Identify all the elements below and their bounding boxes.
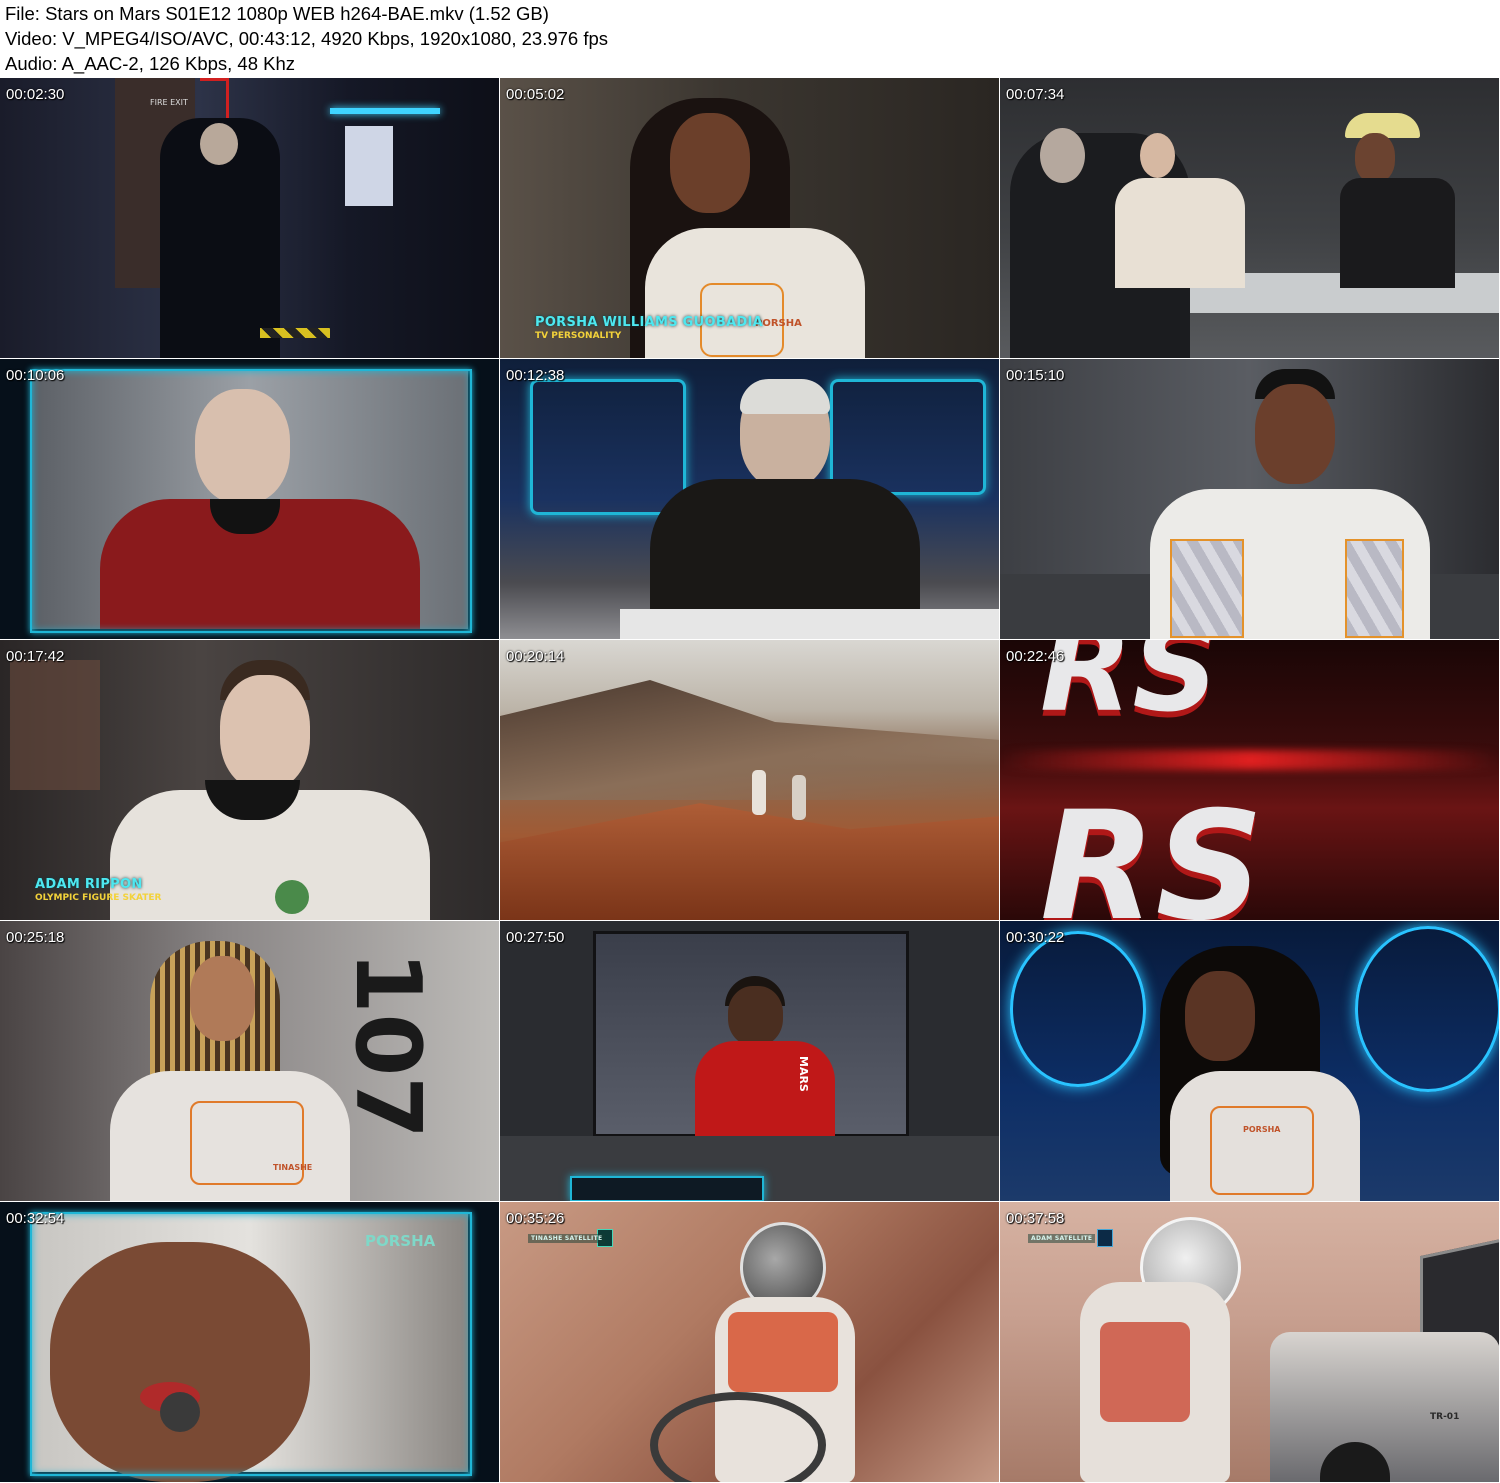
hillside xyxy=(500,680,999,800)
woman-face xyxy=(1140,133,1175,178)
lower-third-role: TV PERSONALITY xyxy=(535,331,622,341)
lower-third-name: ADAM RIPPON xyxy=(35,877,143,892)
suit-harness xyxy=(728,1312,838,1392)
thumbnail-15[interactable]: ADAM SATELLITE TR-01 00:37:58 xyxy=(1000,1202,1500,1483)
suit-name-tag: PORSHA xyxy=(1243,1125,1281,1134)
foreground-dunes xyxy=(500,803,999,920)
suit-harness xyxy=(1100,1322,1190,1422)
rover-label: TR-01 xyxy=(1430,1412,1460,1422)
face xyxy=(220,675,310,790)
timestamp: 00:30:22 xyxy=(1006,929,1065,946)
lower-third: PORSHA WILLIAMS GUOBADIA TV PERSONALITY xyxy=(535,315,763,341)
thumbnail-12[interactable]: PORSHA 00:30:22 xyxy=(1000,921,1500,1202)
timestamp: 00:20:14 xyxy=(506,648,565,665)
thumbnail-5[interactable]: 00:12:38 xyxy=(500,359,1000,640)
thumbnail-3[interactable]: 00:07:34 xyxy=(1000,78,1500,359)
astronaut-1 xyxy=(752,770,766,815)
face xyxy=(1185,971,1255,1061)
face xyxy=(670,113,750,213)
logo-bottom: RS xyxy=(1040,780,1264,921)
desk xyxy=(620,609,999,639)
timestamp: 00:02:30 xyxy=(6,86,65,103)
hud-screen-right xyxy=(830,379,986,495)
woman-jacket xyxy=(1115,178,1245,288)
thumbnail-13[interactable]: PORSHA 00:32:54 xyxy=(0,1202,500,1483)
red-jacket xyxy=(695,1041,835,1136)
hair xyxy=(740,379,830,414)
face xyxy=(190,956,255,1041)
logo-top: RS xyxy=(1040,640,1219,739)
head xyxy=(1040,128,1085,183)
hud-satellite-label: TINASHE SATELLITE xyxy=(528,1234,606,1243)
hud-screen-left xyxy=(530,379,686,515)
astronaut-2 xyxy=(792,775,806,820)
lower-third-role: OLYMPIC FIGURE SKATER xyxy=(35,893,162,903)
lower-third: ADAM RIPPON OLYMPIC FIGURE SKATER xyxy=(35,877,161,903)
timestamp: 00:07:34 xyxy=(1006,86,1065,103)
thumbnail-10[interactable]: 107 TINASHE 00:25:18 xyxy=(0,921,500,1202)
hazard-stripes xyxy=(260,328,330,338)
black-top xyxy=(1340,178,1455,288)
timestamp: 00:15:10 xyxy=(1006,367,1065,384)
console xyxy=(570,1176,764,1201)
timestamp: 00:22:46 xyxy=(1006,648,1065,665)
hud-ring-right xyxy=(1355,926,1499,1092)
geo-panel-right xyxy=(1345,539,1404,638)
thumbnail-7[interactable]: ADAM RIPPON OLYMPIC FIGURE SKATER 00:17:… xyxy=(0,640,500,921)
suit-trim xyxy=(190,1101,304,1185)
mission-patch xyxy=(275,880,309,914)
hud-frame xyxy=(30,1212,472,1476)
thumbnail-2[interactable]: PORSHA PORSHA WILLIAMS GUOBADIA TV PERSO… xyxy=(500,78,1000,359)
suit-trim xyxy=(1210,1106,1314,1195)
thumbnail-1[interactable]: FIRE EXIT 00:02:30 xyxy=(0,78,500,359)
thumbnail-9[interactable]: RS RS 00:22:46 xyxy=(1000,640,1500,921)
timestamp: 00:37:58 xyxy=(1006,1210,1065,1227)
hud-frame xyxy=(30,369,472,633)
satellite-icon xyxy=(1097,1229,1113,1247)
thumbnail-8[interactable]: 00:20:14 xyxy=(500,640,1000,921)
timestamp: 00:05:02 xyxy=(506,86,565,103)
blue-light xyxy=(330,108,440,114)
fire-exit-sign: FIRE EXIT xyxy=(150,98,188,107)
lower-third-name: PORSHA WILLIAMS GUOBADIA xyxy=(535,315,764,330)
wall-number: 107 xyxy=(335,951,440,1139)
thumbnail-4[interactable]: 00:10:06 xyxy=(0,359,500,640)
red-streak xyxy=(1000,750,1499,770)
thumbnail-6[interactable]: 00:15:10 xyxy=(1000,359,1500,640)
leather-jacket xyxy=(650,479,920,619)
background-light xyxy=(10,660,100,790)
thumbnail-11[interactable]: MARS 00:27:50 xyxy=(500,921,1000,1202)
panel xyxy=(345,126,393,206)
file-info-line: File: Stars on Mars S01E12 1080p WEB h26… xyxy=(5,3,549,24)
info-header: File: Stars on Mars S01E12 1080p WEB h26… xyxy=(0,0,1500,78)
timestamp: 00:27:50 xyxy=(506,929,565,946)
timestamp: 00:32:54 xyxy=(6,1210,65,1227)
video-info-line: Video: V_MPEG4/ISO/AVC, 00:43:12, 4920 K… xyxy=(5,28,609,49)
thumbnail-grid: FIRE EXIT 00:02:30 PORSHA PORSHA WILLIAM… xyxy=(0,78,1500,1483)
face xyxy=(1355,133,1395,183)
thumbnail-14[interactable]: TINASHE SATELLITE 00:35:26 xyxy=(500,1202,1000,1483)
timestamp: 00:35:26 xyxy=(506,1210,565,1227)
geo-panel-left xyxy=(1170,539,1244,638)
timestamp: 00:12:38 xyxy=(506,367,565,384)
hud-satellite-label: ADAM SATELLITE xyxy=(1028,1234,1096,1243)
person-head xyxy=(200,123,238,165)
face xyxy=(1255,384,1335,484)
face xyxy=(728,986,783,1046)
timestamp: 00:17:42 xyxy=(6,648,65,665)
hud-ring-left xyxy=(1010,931,1146,1087)
audio-info-line: Audio: A_AAC-2, 126 Kbps, 48 Khz xyxy=(5,53,296,74)
timestamp: 00:10:06 xyxy=(6,367,65,384)
jacket-text: MARS xyxy=(797,1056,810,1092)
timestamp: 00:25:18 xyxy=(6,929,65,946)
suit-name-tag: TINASHE xyxy=(273,1163,313,1172)
